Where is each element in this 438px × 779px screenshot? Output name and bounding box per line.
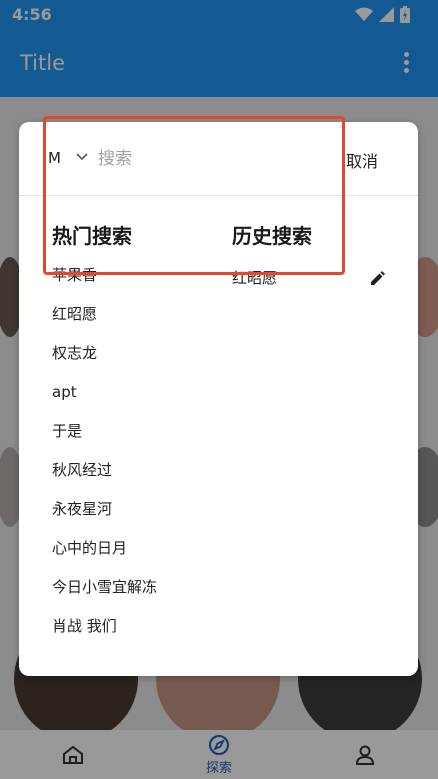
search-scope-selector[interactable]: M <box>48 149 61 167</box>
hot-search-item[interactable]: 今日小雪宜解冻 <box>52 577 232 616</box>
history-search-title: 历史搜索 <box>232 224 312 248</box>
hot-search-list: 苹果香 红昭愿 权志龙 apt 于是 秋风经过 永夜星河 心中的日月 今日小雪宜… <box>52 265 232 655</box>
search-bar: M 取消 <box>19 122 418 196</box>
hot-search-item[interactable]: 心中的日月 <box>52 538 232 577</box>
hot-search-item[interactable]: 权志龙 <box>52 343 232 382</box>
hot-search-item[interactable]: 于是 <box>52 421 232 460</box>
hot-search-item[interactable]: 永夜星河 <box>52 499 232 538</box>
hot-search-item[interactable]: apt <box>52 382 232 421</box>
hot-search-item[interactable]: 秋风经过 <box>52 460 232 499</box>
edit-icon[interactable] <box>369 271 385 287</box>
cancel-button[interactable]: 取消 <box>346 148 378 172</box>
history-search-item[interactable]: 红昭愿 <box>232 267 277 288</box>
search-input[interactable] <box>98 147 318 171</box>
search-dialog: M 取消 热门搜索 历史搜索 苹果香 红昭愿 权志龙 apt 于是 秋风经过 永… <box>19 122 418 676</box>
hot-search-title: 热门搜索 <box>52 224 132 248</box>
hot-search-item[interactable]: 苹果香 <box>52 265 232 304</box>
hot-search-item[interactable]: 红昭愿 <box>52 304 232 343</box>
hot-search-item[interactable]: 肖战 我们 <box>52 616 232 655</box>
chevron-down-icon[interactable] <box>76 153 88 161</box>
